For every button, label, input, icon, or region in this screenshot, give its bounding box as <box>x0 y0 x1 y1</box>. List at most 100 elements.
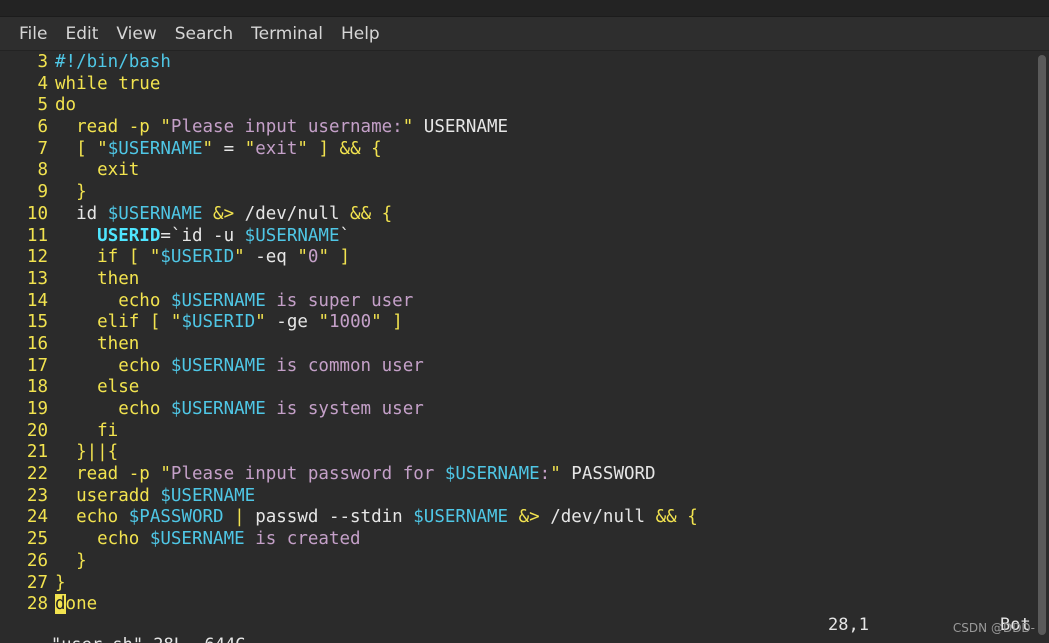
menu-search[interactable]: Search <box>166 24 242 44</box>
code-token: $USERID <box>181 312 256 333</box>
menu-file[interactable]: File <box>10 24 56 44</box>
vim-buffer[interactable]: 3 #!/bin/bash 4 while true 5 do 6 read -p "Ple… <box>10 52 1027 616</box>
line-number: 9 <box>37 182 48 203</box>
line-number: 14 <box>26 290 48 311</box>
code-token: $USERNAME <box>444 464 540 485</box>
code-line[interactable]: 20 fi <box>10 421 1027 443</box>
line-number: 25 <box>26 529 48 550</box>
code-line[interactable]: 3 #!/bin/bash <box>10 52 1027 74</box>
code-token: fi <box>55 420 119 441</box>
cursor: d <box>55 594 66 615</box>
menu-view[interactable]: View <box>107 24 165 44</box>
code-token: echo <box>55 290 171 311</box>
code-token: is super user <box>265 290 414 311</box>
line-number: 28 <box>26 594 48 615</box>
line-number: 19 <box>26 399 48 419</box>
code-line[interactable]: 5 do <box>10 95 1027 117</box>
file-info: "user.sh" 28L, 644C <box>51 635 245 643</box>
code-token: #!/bin/bash <box>55 52 171 72</box>
code-token: echo <box>55 529 150 550</box>
menu-terminal[interactable]: Terminal <box>242 24 332 44</box>
code-line[interactable]: 15 elif [ "$USERID" -ge "1000" ] <box>10 312 1027 334</box>
code-line[interactable]: 14 echo $USERNAME is super user <box>10 291 1027 313</box>
line-number: 26 <box>26 550 48 571</box>
code-line[interactable]: 27} <box>10 573 1027 595</box>
code-line[interactable]: 28 done <box>10 594 1027 616</box>
code-token: " <box>255 312 266 333</box>
scrollbar[interactable] <box>1035 51 1049 643</box>
cursor-position: 28,1 <box>828 615 869 635</box>
code-line[interactable]: 26 } <box>10 551 1027 573</box>
scrollbar-thumb[interactable] <box>1038 55 1046 635</box>
code-token: 1000 <box>329 312 372 333</box>
code-token: " <box>170 312 182 333</box>
code-token: $USERNAME <box>244 225 340 246</box>
code-token: $USERNAME <box>107 138 203 159</box>
code-token: $USERNAME <box>107 203 203 224</box>
code-token: " <box>160 117 171 138</box>
code-line[interactable]: 7 [ "$USERNAME" = "exit" ] && { <box>10 139 1027 161</box>
code-line[interactable]: 18 else <box>10 377 1027 399</box>
code-token: $USERNAME <box>170 290 266 311</box>
code-token: /dev/null <box>234 203 351 224</box>
line-number: 7 <box>37 138 48 159</box>
menu-edit[interactable]: Edit <box>56 24 107 44</box>
code-line[interactable]: 4 while true <box>10 74 1027 96</box>
code-token: read -p <box>55 117 161 138</box>
code-token: " <box>160 464 171 485</box>
code-token: " <box>550 464 561 485</box>
terminal-area[interactable]: 3 #!/bin/bash 4 while true 5 do 6 read -p "Ple… <box>0 51 1049 643</box>
code-line[interactable]: 8 exit <box>10 160 1027 182</box>
code-line[interactable]: 24 echo $PASSWORD | passwd --stdin $USER… <box>10 507 1027 529</box>
code-token: " <box>202 138 214 159</box>
line-number: 20 <box>26 420 48 441</box>
code-line[interactable]: 12 if [ "$USERID" -eq "0" ] <box>10 247 1027 269</box>
line-number: 23 <box>26 485 48 506</box>
code-token: read -p <box>55 464 161 485</box>
line-number: 13 <box>26 268 48 289</box>
code-token: elif [ <box>55 312 171 333</box>
code-token: echo <box>55 355 171 376</box>
line-number: 24 <box>26 507 48 528</box>
code-line[interactable]: 16 then <box>10 334 1027 356</box>
code-line[interactable]: 9 } <box>10 182 1027 204</box>
code-line[interactable]: 13 then <box>10 269 1027 291</box>
code-line[interactable]: 23 useradd $USERNAME <box>10 486 1027 508</box>
code-line[interactable]: 21 }||{ <box>10 442 1027 464</box>
code-token: Please input username: <box>170 117 403 138</box>
code-token: 0 <box>307 247 319 268</box>
code-token: useradd <box>55 485 161 506</box>
code-line[interactable]: 10 id $USERNAME &> /dev/null && { <box>10 204 1027 226</box>
code-token: " <box>149 247 161 268</box>
code-line[interactable]: 6 read -p "Please input username:" USERN… <box>10 117 1027 139</box>
code-line[interactable]: 19 echo $USERNAME is system user <box>10 399 1027 421</box>
code-line[interactable]: 25 echo $USERNAME is created <box>10 529 1027 551</box>
code-token: then <box>55 333 140 354</box>
code-token: " <box>97 138 108 159</box>
line-number: 21 <box>26 442 48 463</box>
code-token: exit <box>255 138 298 159</box>
code-token: &> <box>508 507 540 528</box>
watermark: CSDN @DDD- <box>952 621 1035 635</box>
code-token: " <box>297 138 308 159</box>
code-token: : <box>539 464 551 485</box>
code-line[interactable]: 17 echo $USERNAME is common user <box>10 356 1027 378</box>
line-number: 27 <box>26 572 48 593</box>
menu-help[interactable]: Help <box>332 24 389 44</box>
code-token: else <box>55 377 140 398</box>
line-number: 18 <box>26 377 48 398</box>
code-token: && { <box>350 203 393 224</box>
code-token: echo <box>55 399 171 419</box>
code-token: " <box>244 138 256 159</box>
code-token: && { <box>655 507 698 528</box>
code-token: ] && { <box>307 138 382 159</box>
code-line[interactable]: 22 read -p "Please input password for $U… <box>10 464 1027 486</box>
code-token: = <box>213 138 245 159</box>
code-line[interactable]: 11 USERID=`id -u $USERNAME` <box>10 226 1027 248</box>
code-token: $USERNAME <box>170 355 266 376</box>
code-token: one <box>65 594 98 615</box>
code-token: } <box>55 572 66 593</box>
code-token: =`id -u <box>160 225 245 246</box>
code-token: | <box>223 507 256 528</box>
code-token: $USERID <box>160 247 235 268</box>
